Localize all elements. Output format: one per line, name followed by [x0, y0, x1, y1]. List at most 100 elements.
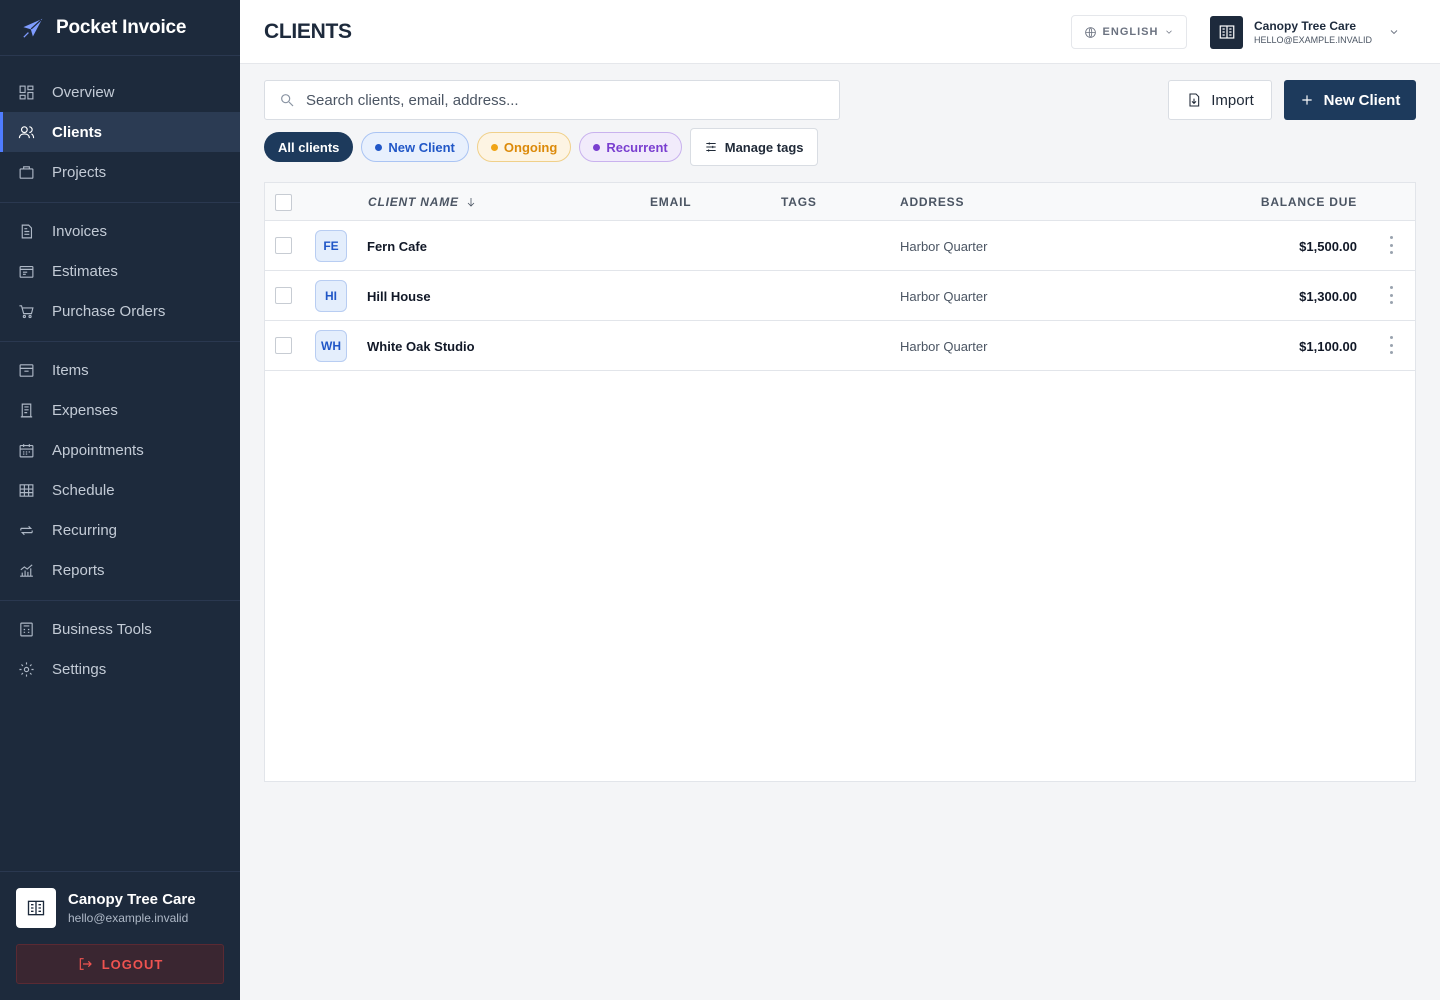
client-name[interactable]: Fern Cafe: [367, 239, 427, 254]
sidebar-item-label: Settings: [52, 660, 107, 678]
sidebar-item-appointments[interactable]: Appointments: [0, 430, 240, 470]
row-checkbox[interactable]: [275, 337, 292, 354]
filter-ongoing[interactable]: Ongoing: [476, 132, 572, 162]
sidebar-item-estimates[interactable]: Estimates: [0, 251, 240, 291]
more-vertical-icon[interactable]: [1383, 286, 1399, 304]
filter-label: Ongoing: [503, 139, 558, 155]
briefcase-icon: [19, 165, 34, 179]
user-menu[interactable]: Canopy Tree Care HELLO@EXAMPLE.INVALID: [1210, 15, 1400, 49]
brand-name: Pocket Invoice: [56, 16, 187, 38]
sidebar-item-label: Schedule: [52, 481, 115, 499]
sidebar-item-overview[interactable]: Overview: [0, 72, 240, 112]
sidebar-account[interactable]: Canopy Tree Care hello@example.invalid: [16, 888, 224, 928]
users-icon: [18, 125, 35, 138]
row-checkbox[interactable]: [275, 237, 292, 254]
filter-recurrent[interactable]: Recurrent: [579, 132, 682, 162]
select-all-checkbox[interactable]: [275, 194, 292, 211]
cart-icon: [19, 304, 34, 318]
plus-icon: [1301, 95, 1312, 105]
sidebar-item-expenses[interactable]: Expenses: [0, 390, 240, 430]
row-checkbox[interactable]: [275, 287, 292, 304]
sidebar-item-label: Overview: [52, 83, 115, 101]
client-address: Harbor Quarter: [900, 289, 988, 304]
clients-table: CLIENT NAME EMAIL TAGS ADDRESS BALANCE D…: [264, 182, 1416, 782]
column-email[interactable]: EMAIL: [650, 195, 691, 209]
client-name[interactable]: Hill House: [367, 289, 431, 304]
user-email: HELLO@EXAMPLE.INVALID: [1254, 35, 1373, 45]
sidebar-item-purchase-orders[interactable]: Purchase Orders: [0, 291, 240, 331]
client-balance: $1,100.00: [1299, 339, 1357, 354]
user-name: Canopy Tree Care: [1254, 19, 1357, 33]
search-input[interactable]: [306, 91, 806, 109]
more-vertical-icon[interactable]: [1383, 336, 1399, 354]
tag-dot-icon: [593, 143, 601, 151]
language-select[interactable]: ENGLISH: [1071, 15, 1187, 49]
avatar: HI: [315, 280, 347, 312]
sidebar-item-business-tools[interactable]: Business Tools: [0, 609, 240, 649]
column-address[interactable]: ADDRESS: [900, 195, 964, 209]
chevron-down-icon: [1166, 30, 1173, 34]
logout-button[interactable]: LOGOUT: [16, 944, 224, 984]
language-label: ENGLISH: [1102, 26, 1159, 38]
avatar: [16, 888, 56, 928]
new-client-button[interactable]: New Client: [1284, 80, 1416, 120]
brand[interactable]: Pocket Invoice: [0, 0, 240, 56]
sidebar-item-label: Clients: [52, 123, 103, 141]
client-name[interactable]: White Oak Studio: [367, 339, 475, 354]
column-tags[interactable]: TAGS: [781, 195, 817, 209]
table-row[interactable]: HI Hill House Harbor Quarter $1,300.00: [265, 271, 1415, 321]
globe-icon: [1084, 26, 1096, 38]
nav-group-operations: Items Expenses Appointments Schedule Rec…: [0, 342, 240, 601]
new-client-label: New Client: [1323, 91, 1401, 109]
sidebar-item-invoices[interactable]: Invoices: [0, 211, 240, 251]
filter-label: New Client: [388, 139, 455, 155]
gear-icon: [19, 661, 34, 677]
sidebar-item-label: Business Tools: [52, 620, 152, 638]
sidebar-item-schedule[interactable]: Schedule: [0, 470, 240, 510]
manage-tags-button[interactable]: Manage tags: [689, 128, 818, 166]
tag-dot-icon: [375, 143, 383, 151]
filter-all-clients[interactable]: All clients: [264, 132, 354, 162]
file-import-icon: [1189, 93, 1200, 107]
sidebar-item-label: Projects: [52, 163, 107, 181]
column-client-name[interactable]: CLIENT NAME: [368, 195, 477, 209]
account-email: hello@example.invalid: [68, 911, 189, 925]
nav-group-tools: Business Tools Settings: [0, 601, 240, 699]
sidebar-item-label: Reports: [52, 561, 105, 579]
client-address: Harbor Quarter: [900, 239, 988, 254]
table-header: CLIENT NAME EMAIL TAGS ADDRESS BALANCE D…: [265, 183, 1415, 221]
sidebar: Pocket Invoice Overview Clients Projects…: [0, 0, 240, 1000]
search-icon: [281, 94, 294, 107]
sidebar-item-label: Estimates: [52, 262, 118, 280]
client-balance: $1,500.00: [1299, 239, 1357, 254]
table-row[interactable]: WH White Oak Studio Harbor Quarter $1,10…: [265, 321, 1415, 371]
column-label: CLIENT NAME: [368, 195, 459, 209]
account-name: Canopy Tree Care: [68, 891, 196, 908]
import-label: Import: [1211, 91, 1254, 109]
manage-tags-label: Manage tags: [724, 139, 804, 155]
building-icon: [27, 900, 45, 916]
receipt-icon: [20, 403, 33, 417]
nav-group-main: Overview Clients Projects: [0, 56, 240, 203]
table-row[interactable]: FE Fern Cafe Harbor Quarter $1,500.00: [265, 221, 1415, 271]
page-title: CLIENTS: [264, 20, 352, 43]
sidebar-item-clients[interactable]: Clients: [0, 112, 240, 152]
sidebar-item-projects[interactable]: Projects: [0, 152, 240, 192]
sidebar-item-reports[interactable]: Reports: [0, 550, 240, 590]
grid-icon: [19, 483, 34, 497]
logout-icon: [79, 958, 92, 970]
sidebar-item-recurring[interactable]: Recurring: [0, 510, 240, 550]
sidebar-item-label: Purchase Orders: [52, 302, 166, 320]
logout-label: LOGOUT: [101, 956, 164, 972]
more-vertical-icon[interactable]: [1383, 236, 1399, 254]
import-button[interactable]: Import: [1168, 80, 1272, 120]
sidebar-item-label: Recurring: [52, 521, 118, 539]
search-field[interactable]: [264, 80, 840, 120]
filter-new-client[interactable]: New Client: [361, 132, 469, 162]
avatar: FE: [315, 230, 347, 262]
sidebar-item-settings[interactable]: Settings: [0, 649, 240, 689]
sidebar-item-items[interactable]: Items: [0, 350, 240, 390]
tag-dot-icon: [490, 143, 498, 151]
paper-plane-icon: [23, 18, 43, 38]
column-balance-due[interactable]: BALANCE DUE: [1261, 195, 1357, 209]
